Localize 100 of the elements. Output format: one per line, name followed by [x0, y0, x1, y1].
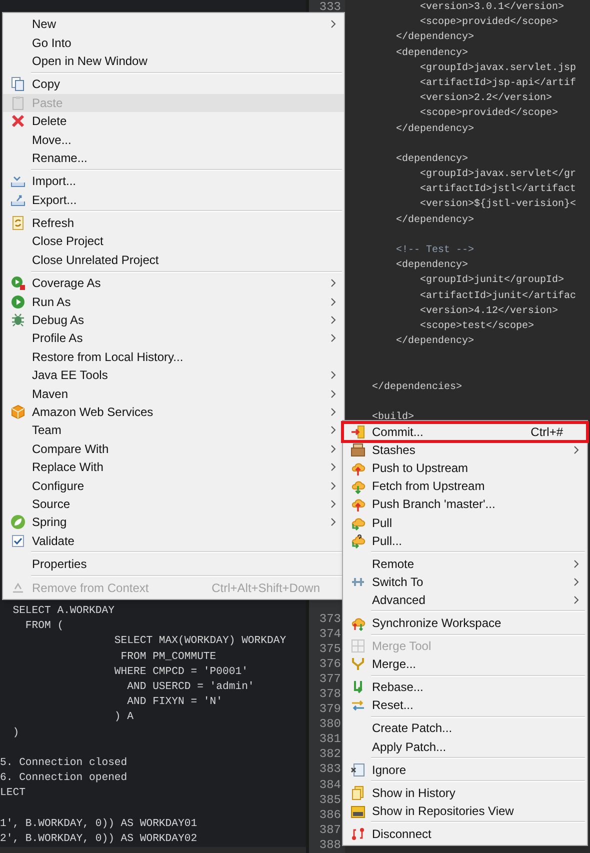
menu-item[interactable]: Validate: [3, 532, 344, 550]
menu-item[interactable]: Pull...: [343, 532, 587, 550]
console-line: ) A: [113, 710, 135, 726]
menu-item[interactable]: Spring: [3, 513, 344, 532]
code-line: <groupId>junit</groupId>: [419, 274, 566, 288]
menu-item[interactable]: Stashes: [343, 441, 587, 460]
code-line: <groupId>javax.servlet</gr: [419, 168, 578, 182]
menu-item[interactable]: Fetch from Upstream: [343, 477, 587, 496]
menu-item[interactable]: Merge...: [343, 655, 587, 674]
console-line: 5. Connection closed: [0, 756, 128, 771]
menu-item[interactable]: Remote: [343, 554, 587, 573]
menu-item[interactable]: Replace With: [3, 458, 344, 476]
cloud-upload-icon: [350, 460, 366, 476]
menu-item[interactable]: Apply Patch...: [343, 738, 587, 756]
console-line: WHERE CMPCD = 'P0001': [113, 664, 249, 680]
menu-item[interactable]: Switch To: [343, 572, 587, 591]
menu-item[interactable]: Debug As: [3, 310, 344, 330]
code-line: <artifactId>jstl</artifact: [419, 182, 578, 198]
menu-item[interactable]: Amazon Web Services: [3, 402, 344, 422]
menu-item[interactable]: Export...: [3, 190, 344, 209]
line-number: 381: [319, 732, 341, 748]
menu-item[interactable]: Show in History: [343, 784, 587, 802]
menu-item[interactable]: Copy: [3, 75, 344, 94]
console-line: SELECT MAX(WORKDAY) WORKDAY: [113, 634, 288, 650]
line-number: 333: [319, 0, 341, 16]
menu-item[interactable]: Close Project: [3, 232, 344, 251]
menu-item[interactable]: New: [3, 15, 344, 34]
menu-item[interactable]: Push Branch 'master'...: [343, 495, 587, 514]
menu-item[interactable]: Coverage As: [3, 274, 344, 292]
menu-item[interactable]: Properties: [3, 554, 344, 574]
code-line: <dependency>: [395, 46, 470, 61]
code-line: </dependency>: [395, 214, 476, 228]
menu-item[interactable]: Profile As: [3, 329, 344, 348]
box-icon: [350, 442, 366, 458]
line-number: 388: [319, 838, 341, 853]
menu-item[interactable]: Import...: [3, 172, 344, 191]
disconnect-icon: [350, 826, 366, 842]
menu-item[interactable]: Configure: [3, 476, 344, 495]
code-line: <version>2.2</version>: [419, 92, 554, 106]
code-line: <version>3.0.1</version>: [419, 0, 566, 15]
menu-item[interactable]: Run As: [3, 292, 344, 311]
menu-item[interactable]: Synchronize Workspace: [343, 614, 587, 632]
line-number: 387: [319, 822, 341, 838]
leaf-icon: [10, 514, 26, 530]
line-number: 384: [319, 778, 341, 793]
menu-item[interactable]: Restore from Local History...: [3, 348, 344, 366]
cloud-download-icon: [350, 478, 366, 494]
menu-item[interactable]: Advanced: [343, 590, 587, 609]
menu-item[interactable]: Reset...: [343, 696, 587, 714]
line-number: 373: [319, 612, 341, 627]
code-line: <build>: [372, 410, 416, 426]
menu-item[interactable]: Move...: [3, 130, 344, 149]
code-line: <dependency>: [395, 258, 470, 274]
console-line: AND FIXYN = 'N': [126, 695, 224, 710]
menu-item[interactable]: Go Into: [3, 33, 344, 52]
merge-tool-icon: [350, 638, 366, 654]
commit-icon: [350, 424, 366, 440]
clipboard-icon: [10, 94, 26, 111]
menu-item[interactable]: Rename...: [3, 148, 344, 168]
code-line: </dependencies>: [372, 380, 464, 395]
history-icon: [350, 784, 366, 801]
line-number: 386: [319, 808, 341, 823]
line-number: 379: [319, 702, 341, 718]
menu-item[interactable]: Team: [3, 421, 344, 440]
menu-item[interactable]: Refresh: [3, 214, 344, 232]
console-line: 1', B.WORKDAY, 0)) AS WORKDAY01: [0, 816, 198, 832]
code-line: </dependency>: [395, 30, 476, 46]
code-line: <version>${jstl-verision}<: [419, 198, 578, 212]
menu-item[interactable]: Pull: [343, 513, 587, 532]
code-line: <scope>test</scope>: [419, 320, 536, 334]
cloud-upload-icon: [350, 496, 366, 512]
menu-item[interactable]: Source: [3, 494, 344, 514]
code-line: <scope>provided</scope>: [419, 16, 560, 30]
menu-item[interactable]: Push to Upstream: [343, 459, 587, 478]
code-line: <groupId>javax.servlet.jsp: [419, 62, 578, 76]
menu-item[interactable]: Ignore: [343, 760, 587, 779]
console-line: AND USERCD = 'admin': [126, 680, 256, 695]
checkbox-icon: [10, 532, 26, 549]
menu-item[interactable]: Disconnect: [343, 824, 587, 843]
code-line: <version>4.12</version>: [419, 304, 560, 319]
line-number: 385: [319, 792, 341, 808]
menu-item[interactable]: Create Patch...: [343, 719, 587, 738]
menu-item[interactable]: Show in Repositories View: [343, 802, 587, 820]
line-number: 376: [319, 656, 341, 672]
line-number: 382: [319, 747, 341, 762]
menu-item[interactable]: Java EE Tools: [3, 366, 344, 384]
menu-item[interactable]: Compare With: [3, 440, 344, 458]
menu-item[interactable]: Rebase...: [343, 678, 587, 696]
menu-item[interactable]: Delete: [3, 112, 344, 130]
console-line: FROM (: [24, 619, 65, 634]
code-line: </dependency>: [395, 122, 476, 136]
menu-item[interactable]: Commit... Ctrl+#: [343, 423, 587, 442]
merge-icon: [350, 656, 366, 672]
console-line: 6. Connection opened: [0, 771, 128, 786]
menu-item[interactable]: Close Unrelated Project: [3, 250, 344, 270]
refresh-icon: [10, 215, 26, 232]
code-line: <scope>provided</scope>: [419, 106, 560, 122]
menu-item[interactable]: Maven: [3, 384, 344, 403]
menu-item[interactable]: Open in New Window: [3, 52, 344, 70]
line-number: 374: [319, 626, 341, 642]
